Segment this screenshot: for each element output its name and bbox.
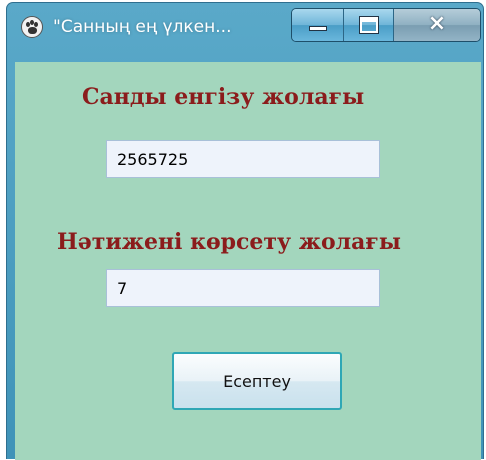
close-button[interactable]: ×	[394, 9, 480, 41]
title-bar[interactable]: "Санның ең үлкен... ×	[7, 3, 483, 51]
form-client-area: Санды енгізу жолағы Нәтижені көрсету жол…	[15, 62, 481, 460]
number-input-field[interactable]	[106, 140, 380, 178]
maximize-button[interactable]	[344, 9, 394, 41]
window-controls: ×	[291, 8, 481, 42]
calculate-button[interactable]: Есептеу	[172, 352, 342, 410]
minimize-icon	[309, 26, 327, 31]
close-icon: ×	[427, 11, 447, 36]
minimize-button[interactable]	[292, 9, 344, 41]
result-output-field[interactable]	[106, 269, 380, 307]
paw-icon[interactable]	[21, 16, 43, 38]
app-window: "Санның ең үлкен... × Санды енгізу жолағ…	[6, 2, 484, 460]
input-label: Санды енгізу жолағы	[82, 84, 365, 110]
maximize-icon	[359, 16, 379, 34]
window-title: "Санның ең үлкен...	[53, 17, 232, 37]
output-label: Нәтижені көрсету жолағы	[57, 229, 401, 255]
